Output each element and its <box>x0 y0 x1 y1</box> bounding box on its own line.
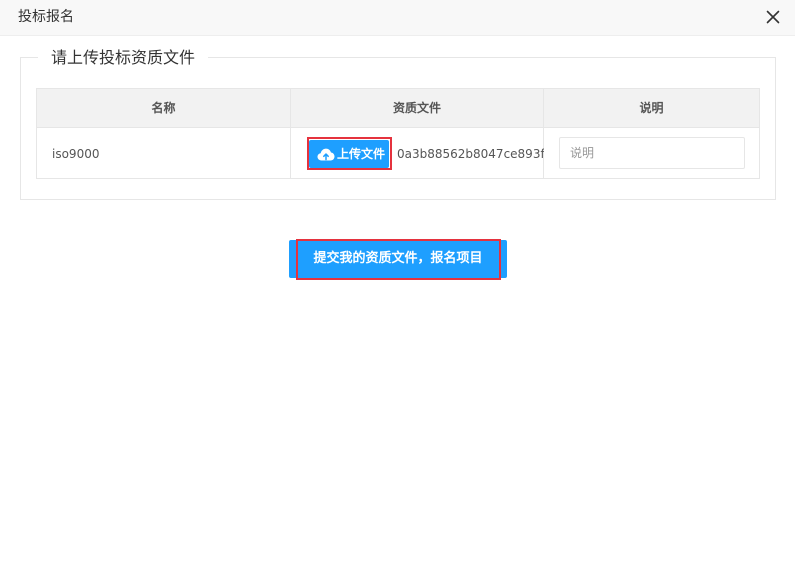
column-divider <box>543 89 544 178</box>
bid-registration-dialog: 投标报名 请上传投标资质文件 名称 资质文件 说明 iso9000 上传文件 0… <box>0 0 795 579</box>
dialog-title: 投标报名 <box>18 9 74 25</box>
column-divider <box>290 89 291 178</box>
close-icon[interactable] <box>766 9 780 24</box>
submit-qualification-button[interactable]: 提交我的资质文件，报名项目 <box>289 240 507 278</box>
note-input[interactable] <box>559 137 745 169</box>
fieldset-legend: 请上传投标资质文件 <box>38 47 209 69</box>
file-hash-text: 0a3b88562b8047ce893f0fca59 <box>397 147 544 161</box>
row-name-cell: iso9000 <box>52 147 100 161</box>
qualification-table: 名称 资质文件 说明 iso9000 上传文件 0a3b88562b8047ce… <box>36 88 760 179</box>
cloud-upload-icon <box>317 148 335 161</box>
column-header-name: 名称 <box>151 101 176 115</box>
dialog-header: 投标报名 <box>0 0 795 36</box>
upload-file-button[interactable]: 上传文件 <box>309 140 389 168</box>
upload-file-label: 上传文件 <box>337 147 386 161</box>
column-header-file: 资质文件 <box>392 101 441 115</box>
column-header-note: 说明 <box>639 101 664 115</box>
table-header: 名称 资质文件 说明 <box>37 89 759 128</box>
